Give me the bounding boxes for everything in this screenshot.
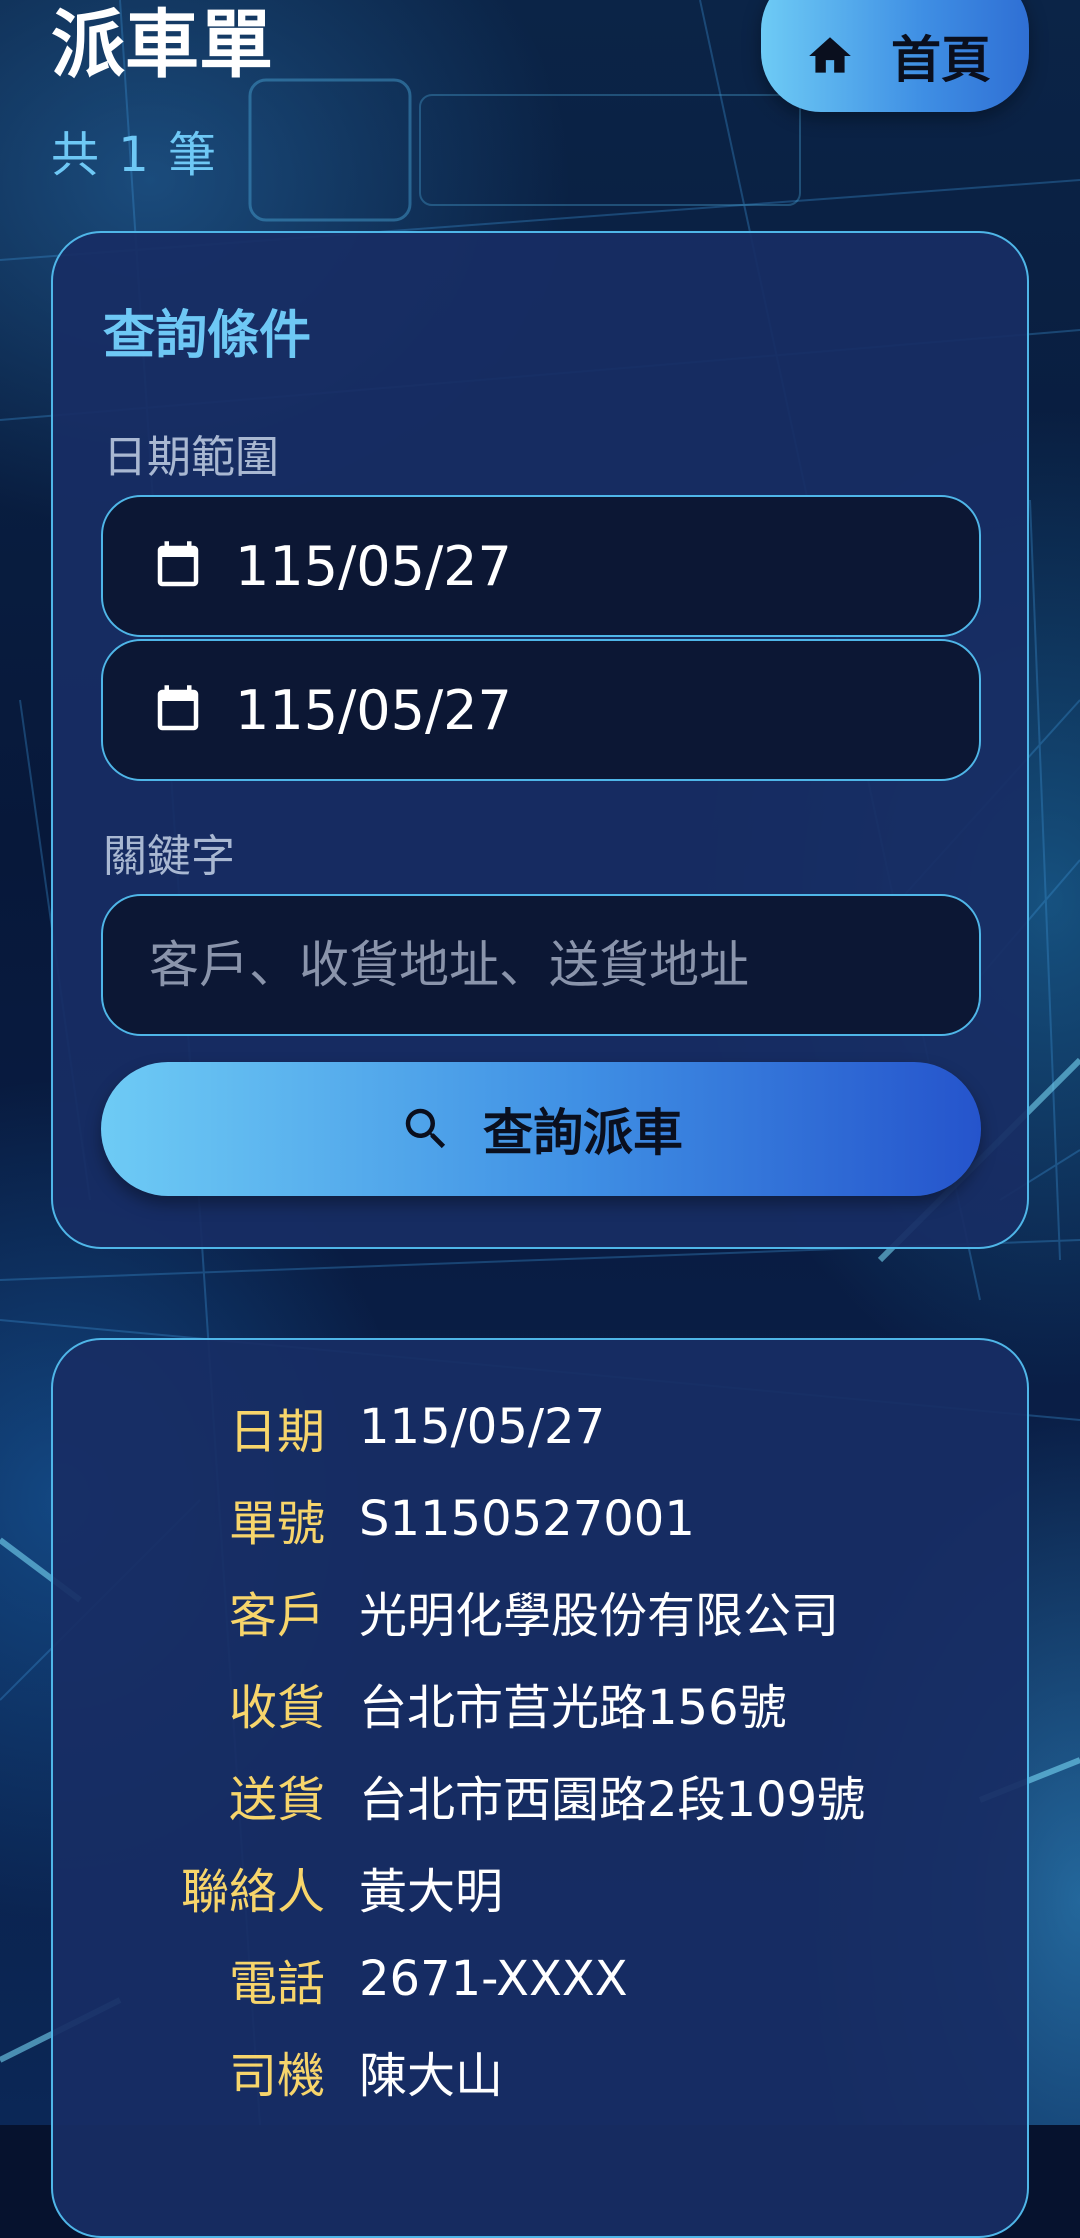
end-date-value: 115/05/27 xyxy=(235,678,512,742)
detail-label: 收貨 xyxy=(228,1680,325,1736)
start-date-value: 115/05/27 xyxy=(235,534,512,598)
detail-value: 光明化學股份有限公司 xyxy=(359,1588,840,1644)
header: 派車單 共 1 筆 首頁 xyxy=(0,0,1080,220)
detail-value: 黃大明 xyxy=(359,1864,504,1920)
detail-value: 115/05/27 xyxy=(359,1399,606,1455)
search-button[interactable]: 查詢派車 xyxy=(101,1062,981,1196)
search-icon xyxy=(399,1102,453,1156)
detail-label: 送貨 xyxy=(228,1772,325,1828)
calendar-icon xyxy=(151,537,205,595)
detail-label: 聯絡人 xyxy=(180,1864,325,1920)
calendar-icon xyxy=(151,681,205,739)
detail-value: 2671-XXXX xyxy=(359,1951,628,2007)
detail-row-driver: 司機 陳大山 xyxy=(53,2036,1031,2106)
keyword-label: 關鍵字 xyxy=(103,831,235,882)
record-count: 共 1 筆 xyxy=(51,127,219,183)
date-range-label: 日期範圍 xyxy=(103,432,279,483)
search-button-label: 查詢派車 xyxy=(483,1105,683,1161)
detail-label: 單號 xyxy=(228,1496,325,1552)
detail-row-pickup: 收貨 台北市莒光路156號 xyxy=(53,1668,1031,1738)
page-title: 派車單 xyxy=(51,2,273,88)
detail-row-contact: 聯絡人 黃大明 xyxy=(53,1852,1031,1922)
query-card: 查詢條件 日期範圍 115/05/27 115/05/27 關鍵字 查詢派車 xyxy=(51,231,1029,1249)
detail-row-delivery: 送貨 台北市西園路2段109號 xyxy=(53,1760,1031,1830)
detail-value: 台北市西園路2段109號 xyxy=(359,1772,866,1828)
home-button[interactable]: 首頁 xyxy=(761,0,1029,112)
detail-label: 客戶 xyxy=(228,1588,325,1644)
query-section-title: 查詢條件 xyxy=(103,306,312,366)
home-icon xyxy=(805,31,855,81)
start-date-field[interactable]: 115/05/27 xyxy=(101,495,981,637)
dispatch-result-card[interactable]: 日期 115/05/27 單號 S1150527001 客戶 光明化學股份有限公… xyxy=(51,1338,1029,2238)
detail-label: 電話 xyxy=(228,1956,325,2012)
end-date-field[interactable]: 115/05/27 xyxy=(101,639,981,781)
home-button-label: 首頁 xyxy=(891,32,991,88)
detail-row-customer: 客戶 光明化學股份有限公司 xyxy=(53,1576,1031,1646)
detail-value: S1150527001 xyxy=(359,1491,695,1547)
detail-label: 司機 xyxy=(228,2048,325,2104)
detail-value: 台北市莒光路156號 xyxy=(359,1680,787,1736)
detail-label: 日期 xyxy=(228,1404,325,1460)
detail-value: 陳大山 xyxy=(359,2048,504,2104)
detail-row-phone: 電話 2671-XXXX xyxy=(53,1944,1031,2014)
keyword-input[interactable] xyxy=(101,894,981,1036)
detail-row-order-number: 單號 S1150527001 xyxy=(53,1484,1031,1554)
detail-row-date: 日期 115/05/27 xyxy=(53,1392,1031,1462)
